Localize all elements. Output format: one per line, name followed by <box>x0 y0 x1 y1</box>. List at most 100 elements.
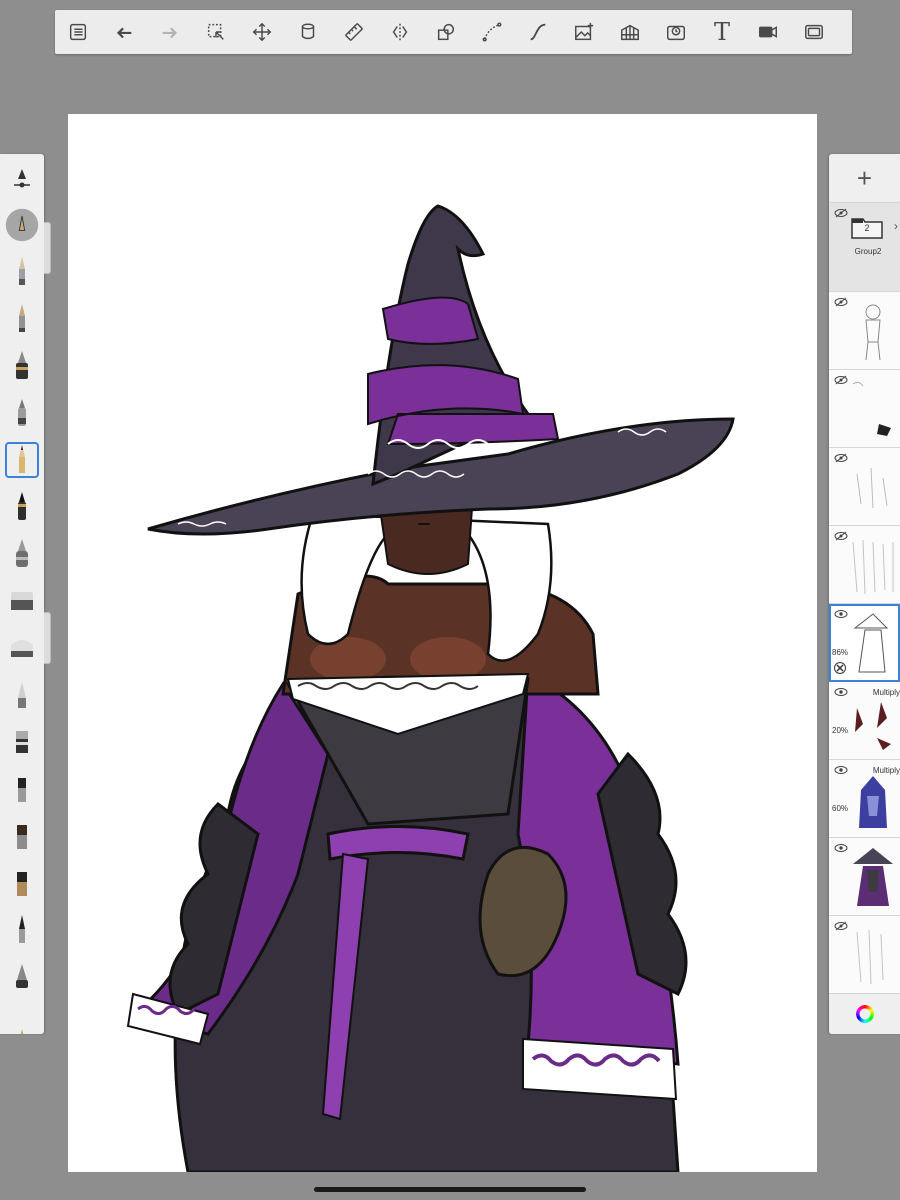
layer-thumbnail <box>847 766 899 832</box>
paint-brush-icon <box>18 777 26 802</box>
chevron-right-icon[interactable]: › <box>894 219 898 233</box>
record-button[interactable] <box>745 10 791 54</box>
ruler-icon <box>345 23 363 41</box>
layer-thumbnail <box>847 844 899 910</box>
redo-button[interactable] <box>147 10 193 54</box>
felt-pen-icon <box>18 491 26 520</box>
fill-button[interactable] <box>285 10 331 54</box>
add-layer-button[interactable]: + <box>829 154 900 203</box>
brush-paint[interactable] <box>0 765 44 812</box>
fullscreen-button[interactable] <box>791 10 837 54</box>
brush-smudge[interactable] <box>0 671 44 718</box>
brush-palette <box>0 154 44 1034</box>
perspective-button[interactable] <box>607 10 653 54</box>
shapes-icon <box>437 23 455 41</box>
layer-sketch-small[interactable] <box>829 370 900 448</box>
transform-button[interactable] <box>239 10 285 54</box>
brush-pencil-3[interactable] <box>0 906 44 953</box>
color-editor-button[interactable] <box>829 993 900 1034</box>
brush-fill-tip[interactable] <box>0 953 44 1000</box>
layer-thumbnail <box>847 688 899 754</box>
lace-trim-right <box>522 1037 678 1101</box>
brush-eraser[interactable] <box>0 577 44 624</box>
brush-color-puck[interactable] <box>0 201 44 248</box>
brush-flat-2[interactable] <box>0 859 44 906</box>
hat-band <box>367 296 560 446</box>
eye-icon[interactable] <box>834 687 848 700</box>
eye-hidden-icon[interactable] <box>834 375 848 388</box>
pencil-icon <box>19 914 25 943</box>
selection-button[interactable] <box>193 10 239 54</box>
layer-multiply-blue[interactable]: Multiply 60% <box>829 760 900 838</box>
color-wheel-icon <box>855 1005 874 1023</box>
eye-icon[interactable] <box>834 765 848 778</box>
witch-illustration <box>126 204 735 1172</box>
layer-thumbnail <box>847 376 899 442</box>
symmetry-button[interactable] <box>377 10 423 54</box>
stroke-button[interactable] <box>515 10 561 54</box>
eye-icon[interactable] <box>834 843 848 856</box>
undo-button[interactable] <box>101 10 147 54</box>
brush-marker[interactable] <box>0 389 44 436</box>
brush-pencil-selected[interactable] <box>0 436 44 483</box>
brush-pencil-2[interactable] <box>0 295 44 342</box>
import-image-button[interactable] <box>561 10 607 54</box>
time-lapse-icon <box>667 25 685 41</box>
opacity-label: 20% <box>832 726 849 735</box>
eraser-icon <box>11 591 33 610</box>
drawing-canvas[interactable] <box>68 114 817 1172</box>
eye-icon[interactable] <box>834 609 848 622</box>
layer-sketch-bottom[interactable] <box>829 916 900 994</box>
layer-group[interactable]: 2 Group2 › <box>829 203 900 292</box>
eye-hidden-icon[interactable] <box>834 297 848 310</box>
gallery-button[interactable] <box>55 10 101 54</box>
bucket-icon <box>301 23 315 40</box>
ruler-button[interactable] <box>331 10 377 54</box>
layer-color[interactable] <box>829 838 900 916</box>
eye-hidden-icon[interactable] <box>834 453 848 466</box>
brush-palette-handle-bottom[interactable] <box>44 612 51 664</box>
layer-sketch-figures[interactable] <box>829 448 900 526</box>
eye-hidden-icon[interactable] <box>834 208 848 221</box>
opacity-label: 60% <box>832 804 849 813</box>
layer-lineart[interactable]: 86% <box>829 604 900 682</box>
layer-thumbnail <box>847 298 899 364</box>
brush-ink-pen[interactable] <box>0 342 44 389</box>
perspective-grid-icon <box>621 24 639 41</box>
flat-brush-icon <box>17 871 27 896</box>
brush-soft-eraser[interactable] <box>0 624 44 671</box>
time-lapse-button[interactable] <box>653 10 699 54</box>
curve-button[interactable] <box>469 10 515 54</box>
airbrush-icon <box>16 538 28 567</box>
text-button[interactable]: T <box>699 10 745 54</box>
brush-paint-roller[interactable] <box>0 718 44 765</box>
brush-extra[interactable] <box>0 1000 44 1034</box>
brush-flat[interactable] <box>0 812 44 859</box>
eye-hidden-icon[interactable] <box>834 531 848 544</box>
shapes-button[interactable] <box>423 10 469 54</box>
layer-lock-icon[interactable] <box>834 662 846 674</box>
layer-thumbnail <box>847 610 899 676</box>
text-icon: T <box>713 18 730 46</box>
layer-sketch-many[interactable] <box>829 526 900 604</box>
layer-thumbnail <box>847 532 899 598</box>
brush-settings-icon <box>14 168 30 187</box>
blend-mode-label: Multiply <box>872 766 900 775</box>
eye-hidden-icon[interactable] <box>834 921 848 934</box>
layer-sketch-boy[interactable] <box>829 292 900 370</box>
layer-multiply-shading[interactable]: Multiply 20% <box>829 682 900 760</box>
plus-icon: + <box>856 162 873 193</box>
selection-icon <box>207 23 224 40</box>
symmetry-icon <box>392 23 408 41</box>
group-name: Group2 <box>854 247 882 256</box>
home-indicator[interactable] <box>314 1187 586 1192</box>
brush-airbrush[interactable] <box>0 530 44 577</box>
top-toolbar: T <box>55 10 852 54</box>
layer-thumbnail <box>847 922 899 988</box>
fill-icon <box>16 963 28 988</box>
brush-icon <box>20 1028 24 1034</box>
brush-settings[interactable] <box>0 154 44 201</box>
brush-felt-pen[interactable] <box>0 483 44 530</box>
brush-pencil[interactable] <box>0 248 44 295</box>
brush-palette-handle-top[interactable] <box>44 222 51 274</box>
